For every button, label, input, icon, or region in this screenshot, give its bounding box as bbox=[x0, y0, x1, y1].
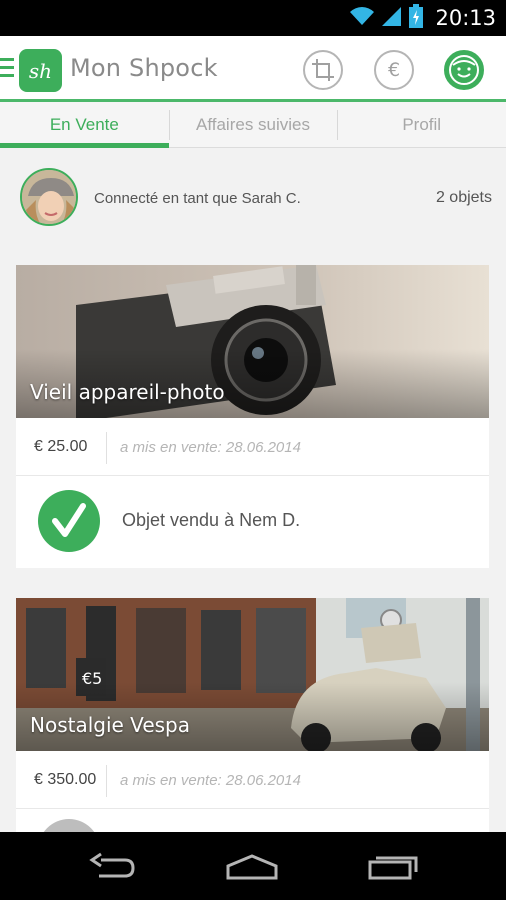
wifi-icon bbox=[349, 5, 375, 31]
listing-image-vespa[interactable]: €5 Nostalgie Vespa bbox=[16, 598, 489, 751]
connected-as-text: Connecté en tant que Sarah C. bbox=[94, 190, 301, 207]
clock: 20:13 bbox=[435, 6, 496, 30]
user-row: Connecté en tant que Sarah C. 2 objets bbox=[20, 168, 492, 228]
battery-charging-icon bbox=[409, 4, 424, 32]
price-row: € 25.00 a mis en vente: 28.06.2014 bbox=[16, 418, 489, 476]
divider bbox=[106, 765, 107, 797]
status-icon bbox=[38, 819, 100, 832]
app-title: Mon Shpock bbox=[70, 54, 218, 82]
home-icon[interactable] bbox=[222, 850, 282, 884]
tab-en-vente[interactable]: En Vente bbox=[0, 102, 169, 148]
price: € 25.00 bbox=[34, 438, 88, 455]
check-icon bbox=[38, 490, 100, 552]
items-count: 2 objets bbox=[435, 189, 492, 206]
sold-text: Objet vendu à Nem D. bbox=[122, 510, 301, 530]
sold-status-row: Objet vendu à Nem D. bbox=[16, 476, 489, 568]
crop-frame-icon[interactable] bbox=[303, 50, 343, 90]
listing-card[interactable]: Vieil appareil-photo € 25.00 a mis en ve… bbox=[16, 265, 489, 568]
divider bbox=[106, 432, 107, 464]
listed-date: a mis en vente: 28.06.2014 bbox=[120, 772, 301, 789]
listing-title: Nostalgie Vespa bbox=[30, 713, 190, 737]
tab-bar: En Vente Affaires suivies Profil bbox=[0, 102, 506, 148]
app-logo[interactable]: sh bbox=[19, 49, 62, 92]
listing-image-camera[interactable]: Vieil appareil-photo bbox=[16, 265, 489, 418]
back-icon[interactable] bbox=[82, 850, 142, 884]
price-row: € 350.00 a mis en vente: 28.06.2014 bbox=[16, 751, 489, 809]
status-bar: 20:13 bbox=[0, 0, 506, 36]
price: € 350.00 bbox=[34, 771, 97, 788]
listing-card[interactable]: €5 Nostalgie Vespa € 350.00 a mis en ven… bbox=[16, 598, 489, 832]
navigation-bar bbox=[0, 832, 506, 900]
action-bar: sh Mon Shpock € bbox=[0, 36, 506, 102]
signal-icon bbox=[381, 5, 403, 31]
tab-profil[interactable]: Profil bbox=[337, 102, 506, 147]
drawer-menu-icon[interactable] bbox=[0, 58, 14, 82]
tab-affaires-suivies[interactable]: Affaires suivies bbox=[168, 102, 338, 147]
smiley-icon[interactable] bbox=[444, 50, 484, 90]
euro-icon[interactable]: € bbox=[374, 50, 414, 90]
status-row bbox=[16, 809, 489, 832]
listing-title: Vieil appareil-photo bbox=[30, 380, 225, 404]
listed-date: a mis en vente: 28.06.2014 bbox=[120, 439, 301, 456]
recent-apps-icon[interactable] bbox=[364, 850, 424, 884]
avatar[interactable] bbox=[20, 168, 78, 226]
